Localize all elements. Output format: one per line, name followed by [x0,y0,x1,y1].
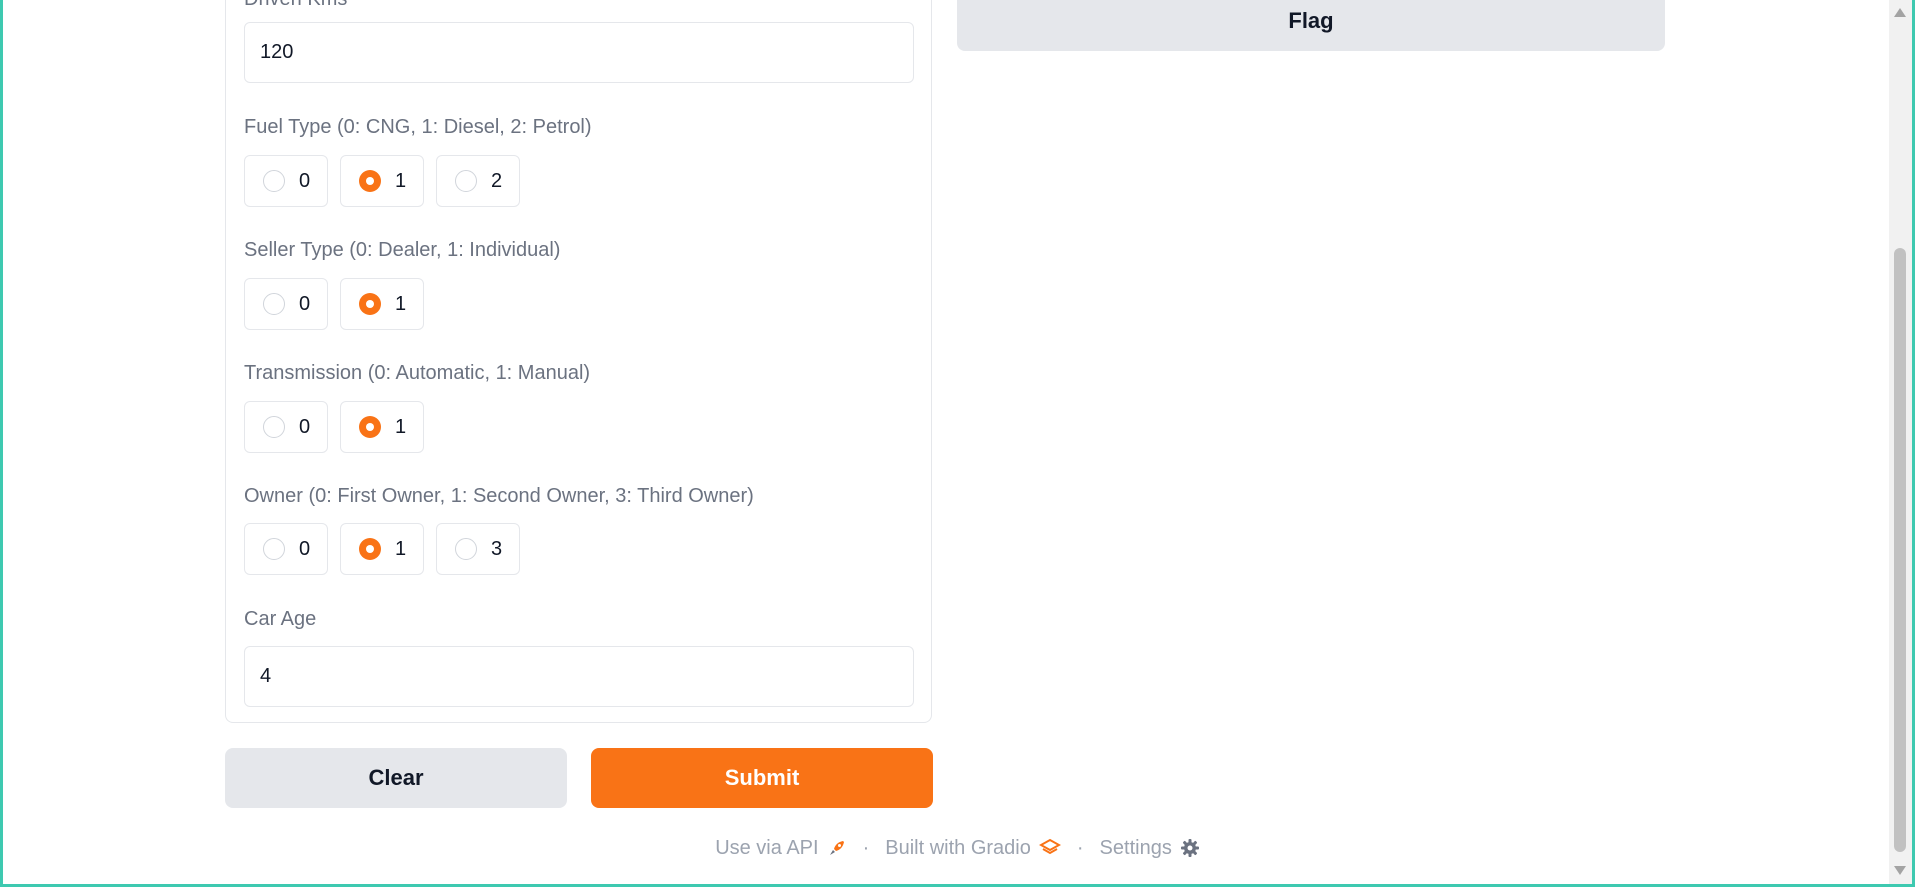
seller-type-option-0[interactable]: 0 [244,278,328,330]
vertical-scrollbar[interactable] [1889,0,1912,884]
fuel-type-option-0[interactable]: 0 [244,155,328,207]
radio-button[interactable] [263,293,285,315]
use-via-api-link[interactable]: Use via API [715,837,846,860]
option-label: 0 [299,537,311,560]
transmission-radio-group: 0 1 [244,401,424,453]
option-label: 1 [395,537,407,560]
owner-option-0[interactable]: 0 [244,523,328,575]
built-with-gradio-label: Built with Gradio [885,836,1031,859]
car-age-label: Car Age [244,608,317,630]
built-with-gradio-link[interactable]: Built with Gradio [885,837,1061,860]
radio-button[interactable] [263,170,285,192]
fuel-type-label: Fuel Type (0: CNG, 1: Diesel, 2: Petrol) [244,116,592,138]
footer-separator: · [862,836,870,859]
option-label: 0 [299,169,311,192]
option-label: 1 [395,415,407,438]
footer-separator: · [1076,836,1084,859]
fuel-type-radio-group: 0 1 2 [244,155,520,207]
radio-button[interactable] [455,538,477,560]
seller-type-option-1[interactable]: 1 [340,278,424,330]
clear-button[interactable]: Clear [225,748,567,808]
option-label: 1 [395,292,407,315]
settings-link[interactable]: Settings [1100,837,1200,860]
driven-kms-value: 120 [260,41,294,63]
transmission-option-0[interactable]: 0 [244,401,328,453]
seller-type-radio-group: 0 1 [244,278,424,330]
option-label: 0 [299,292,311,315]
car-age-input[interactable]: 4 [244,646,914,707]
transmission-label: Transmission (0: Automatic, 1: Manual) [244,362,591,384]
radio-button-checked[interactable] [359,293,381,315]
option-label: 3 [491,537,503,560]
footer: Use via API · Built with Gradio · Settin… [0,835,1915,861]
scroll-up-arrow-icon[interactable] [1894,8,1906,17]
gear-icon [1180,839,1199,857]
radio-button[interactable] [455,170,477,192]
radio-button-checked[interactable] [359,416,381,438]
option-label: 0 [299,415,311,438]
driven-kms-label: Driven Kms [244,0,347,11]
gradio-logo-icon [1038,838,1061,855]
radio-button[interactable] [263,538,285,560]
use-via-api-label: Use via API [715,836,819,859]
transmission-option-1[interactable]: 1 [340,401,424,453]
fuel-type-option-1[interactable]: 1 [340,155,424,207]
owner-option-1[interactable]: 1 [340,523,424,575]
radio-button-checked[interactable] [359,538,381,560]
owner-option-3[interactable]: 3 [436,523,520,575]
option-label: 1 [395,169,407,192]
radio-button[interactable] [263,416,285,438]
option-label: 2 [491,169,503,192]
scrollbar-thumb[interactable] [1894,248,1906,852]
car-age-value: 4 [260,665,272,687]
owner-radio-group: 0 1 3 [244,523,520,575]
fuel-type-option-2[interactable]: 2 [436,155,520,207]
seller-type-label: Seller Type (0: Dealer, 1: Individual) [244,239,561,261]
rocket-icon [829,841,844,855]
driven-kms-input[interactable]: 120 [244,22,914,83]
settings-label: Settings [1099,836,1172,859]
scroll-down-arrow-icon[interactable] [1894,866,1906,875]
radio-button-checked[interactable] [359,170,381,192]
submit-button[interactable]: Submit [591,748,933,808]
flag-button[interactable]: Flag [957,0,1665,51]
owner-label: Owner (0: First Owner, 1: Second Owner, … [244,485,754,507]
